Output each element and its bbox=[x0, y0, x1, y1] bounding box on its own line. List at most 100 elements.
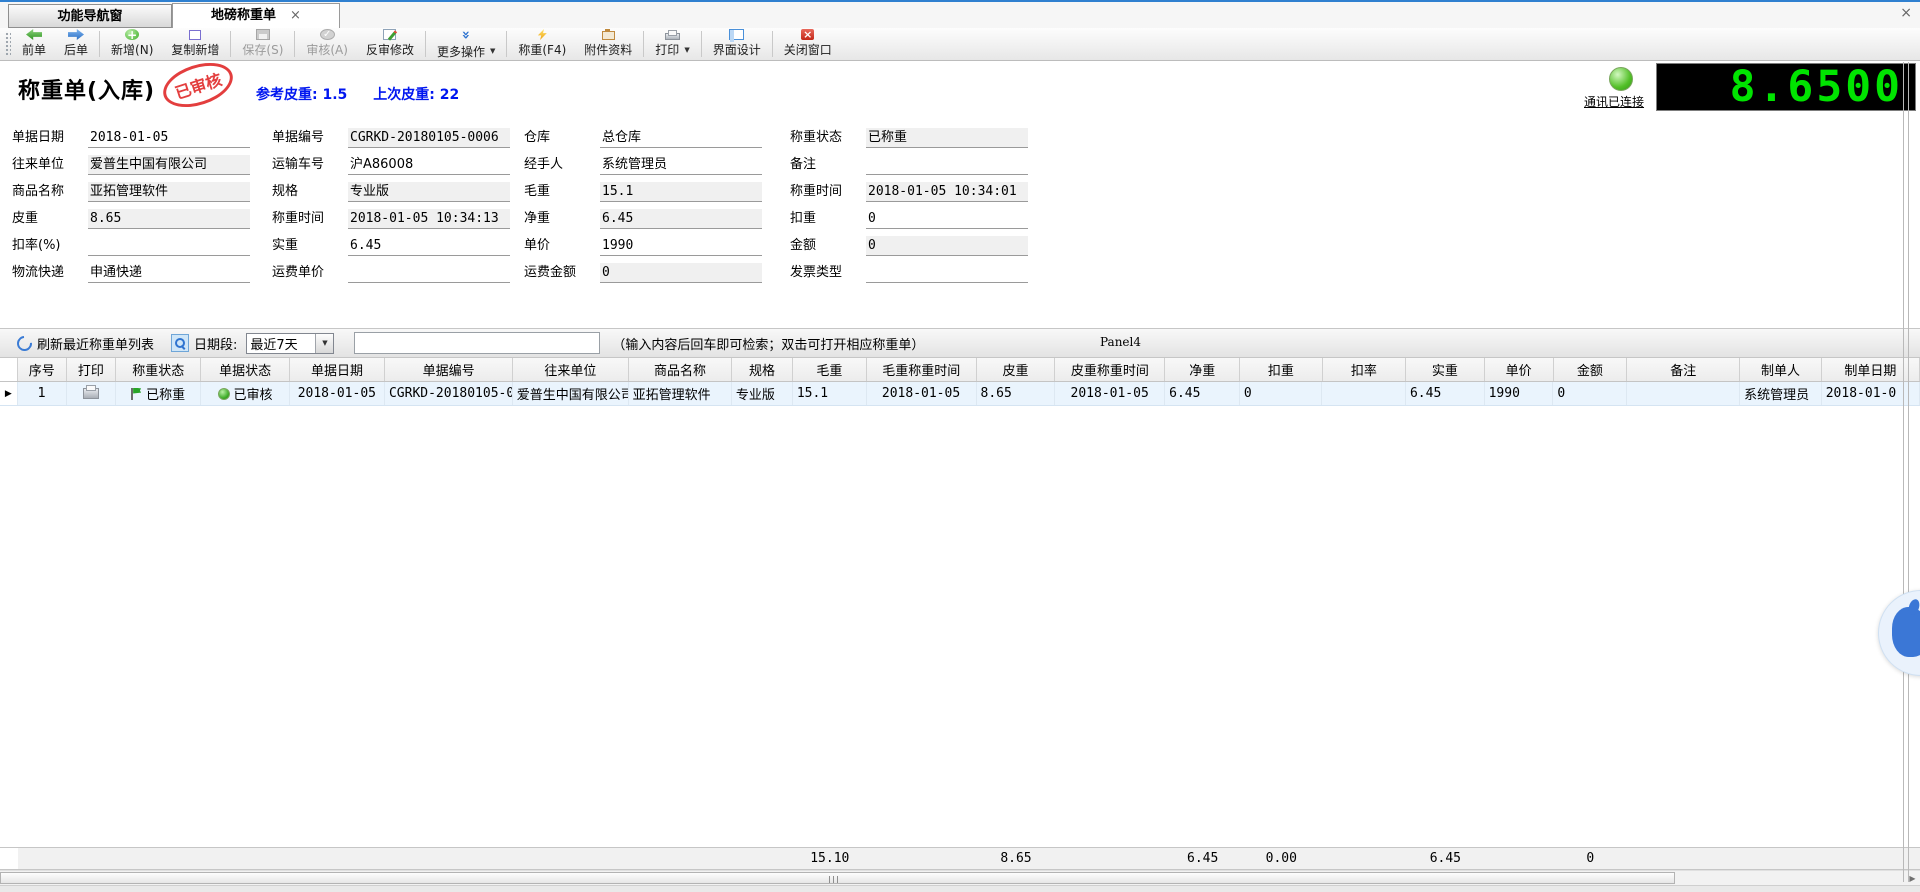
search-hint: （输入内容后回车即可检索；双击可打开相应称重单） bbox=[612, 334, 924, 353]
column-header[interactable]: 单价 bbox=[1485, 358, 1554, 381]
deduct-cell: 0 bbox=[1240, 382, 1323, 405]
weigh-time-field[interactable]: 2018-01-05 10:34:13 bbox=[348, 209, 510, 229]
copy-new-button[interactable]: 复制新增 bbox=[162, 28, 228, 60]
column-header[interactable]: 序号 bbox=[18, 358, 67, 381]
column-header[interactable]: 毛重称重时间 bbox=[867, 358, 977, 381]
gross-weight-field[interactable]: 15.1 bbox=[600, 182, 762, 202]
column-header[interactable]: 实重 bbox=[1406, 358, 1485, 381]
scrollbar-thumb[interactable] bbox=[0, 872, 1675, 884]
amount-field[interactable]: 0 bbox=[866, 236, 1028, 256]
weight-digital-display: 8.6500 bbox=[1656, 63, 1916, 111]
product-field[interactable]: 亚拓管理软件 bbox=[88, 182, 250, 202]
column-header[interactable]: 规格 bbox=[732, 358, 793, 381]
column-header[interactable]: 备注 bbox=[1627, 358, 1740, 381]
new-button[interactable]: 新增(N) bbox=[102, 28, 162, 60]
truck-no-field[interactable]: 沪A86008 bbox=[348, 155, 510, 175]
connection-led-icon bbox=[1609, 67, 1633, 91]
column-header[interactable]: 往来单位 bbox=[513, 358, 629, 381]
column-header[interactable]: 商品名称 bbox=[629, 358, 732, 381]
combo-dropdown-button[interactable]: ▼ bbox=[315, 334, 333, 353]
column-header[interactable]: 金额 bbox=[1554, 358, 1628, 381]
toolbar-grip[interactable] bbox=[4, 31, 11, 57]
weighing-form: 单据日期2018-01-05 往来单位爱普生中国有限公司 商品名称亚拓管理软件 … bbox=[0, 113, 1920, 328]
column-header[interactable]: 皮重称重时间 bbox=[1055, 358, 1165, 381]
green-circle-icon bbox=[218, 388, 230, 400]
summary-amount: 0 bbox=[1553, 848, 1627, 869]
right-panel-border bbox=[1903, 62, 1909, 882]
column-header[interactable]: 扣率 bbox=[1323, 358, 1407, 381]
refresh-icon bbox=[14, 332, 35, 353]
column-header[interactable]: 打印 bbox=[67, 358, 116, 381]
invoice-type-field[interactable] bbox=[866, 263, 1028, 283]
field-label: 经手人 bbox=[524, 153, 600, 175]
more-actions-button[interactable]: «更多操作▼ bbox=[428, 28, 504, 60]
actual-cell: 6.45 bbox=[1406, 382, 1485, 405]
save-button[interactable]: 保存(S) bbox=[233, 28, 292, 60]
approve-button[interactable]: 审核(A) bbox=[297, 28, 357, 60]
unit-price-field[interactable]: 1990 bbox=[600, 236, 762, 256]
tab-close-icon[interactable]: × bbox=[290, 4, 301, 28]
search-input[interactable] bbox=[355, 333, 599, 353]
column-header[interactable]: 单据状态 bbox=[201, 358, 289, 381]
field-label: 扣率(%) bbox=[12, 234, 88, 256]
prev-doc-button[interactable]: 前单 bbox=[13, 28, 55, 60]
summary-net: 6.45 bbox=[1165, 848, 1240, 869]
column-header[interactable]: 毛重 bbox=[793, 358, 867, 381]
toolbar-separator bbox=[294, 31, 295, 57]
tab-function-nav[interactable]: 功能导航窗 bbox=[8, 4, 172, 28]
check-circle-icon bbox=[320, 29, 335, 40]
date-range-select[interactable]: 最近7天 ▼ bbox=[246, 333, 334, 354]
deduct-weight-field[interactable]: 0 bbox=[866, 209, 1028, 229]
column-header[interactable]: 称重状态 bbox=[116, 358, 201, 381]
weigh-state-field[interactable]: 已称重 bbox=[866, 128, 1028, 148]
tab-weighbridge[interactable]: 地磅称重单 × bbox=[172, 3, 340, 28]
gross-cell: 15.1 bbox=[793, 382, 867, 405]
toolbar-separator bbox=[772, 31, 773, 57]
attachment-button[interactable]: 附件资料 bbox=[575, 28, 641, 60]
deduct-rate-field[interactable] bbox=[88, 236, 250, 256]
toolbar-separator bbox=[230, 31, 231, 57]
column-header[interactable]: 单据编号 bbox=[385, 358, 513, 381]
doc-no-field[interactable]: CGRKD-20180105-0006 bbox=[348, 128, 510, 148]
tare-time-cell: 2018-01-05 bbox=[1055, 382, 1165, 405]
column-header[interactable]: 净重 bbox=[1165, 358, 1240, 381]
partner-field[interactable]: 爱普生中国有限公司 bbox=[88, 155, 250, 175]
seq-cell: 1 bbox=[18, 382, 67, 405]
remark-field[interactable] bbox=[866, 155, 1028, 175]
field-label: 往来单位 bbox=[12, 153, 88, 175]
handler-field[interactable]: 系统管理员 bbox=[600, 155, 762, 175]
next-doc-button[interactable]: 后单 bbox=[55, 28, 97, 60]
tare-field[interactable]: 8.65 bbox=[88, 209, 250, 229]
freight-price-field[interactable] bbox=[348, 263, 510, 283]
column-header[interactable]: 皮重 bbox=[977, 358, 1056, 381]
weigh-button[interactable]: 称重(F4) bbox=[509, 28, 575, 60]
table-row[interactable]: ▶ 1 已称重 已审核 2018-01-05 CGRKD-20180105-00… bbox=[0, 382, 1920, 406]
print-cell[interactable] bbox=[67, 382, 116, 405]
unapprove-edit-button[interactable]: 反审修改 bbox=[357, 28, 423, 60]
refresh-list-button[interactable]: 刷新最近称重单列表 bbox=[11, 329, 160, 357]
net-weight-field[interactable]: 6.45 bbox=[600, 209, 762, 229]
doc-date-field[interactable]: 2018-01-05 bbox=[88, 128, 250, 148]
freight-amount-field[interactable]: 0 bbox=[600, 263, 762, 283]
arrow-left-icon bbox=[26, 29, 42, 40]
column-header[interactable]: 制单人 bbox=[1740, 358, 1822, 381]
actual-weight-field[interactable]: 6.45 bbox=[348, 236, 510, 256]
spec-field[interactable]: 专业版 bbox=[348, 182, 510, 202]
layout-design-icon bbox=[729, 29, 744, 40]
logistics-field[interactable]: 申通快递 bbox=[88, 263, 250, 283]
tab-weighbridge-label: 地磅称重单 bbox=[211, 4, 276, 28]
field-label: 金额 bbox=[790, 234, 866, 256]
ui-design-button[interactable]: 界面设计 bbox=[704, 28, 770, 60]
print-button[interactable]: 打印▼ bbox=[646, 28, 698, 60]
edit-icon bbox=[383, 29, 396, 40]
warehouse-field[interactable]: 总仓库 bbox=[600, 128, 762, 148]
close-window-button[interactable]: 关闭窗口 bbox=[775, 28, 841, 60]
horizontal-scrollbar[interactable]: ▶ bbox=[0, 870, 1920, 885]
weigh-time2-field[interactable]: 2018-01-05 10:34:01 bbox=[866, 182, 1028, 202]
lightning-icon bbox=[535, 29, 549, 40]
column-header[interactable]: 扣重 bbox=[1240, 358, 1323, 381]
dropdown-arrow-icon: ▼ bbox=[490, 47, 495, 55]
column-header[interactable]: 单据日期 bbox=[290, 358, 385, 381]
window-close-icon[interactable]: × bbox=[1900, 5, 1912, 21]
spec-cell: 专业版 bbox=[732, 382, 793, 405]
